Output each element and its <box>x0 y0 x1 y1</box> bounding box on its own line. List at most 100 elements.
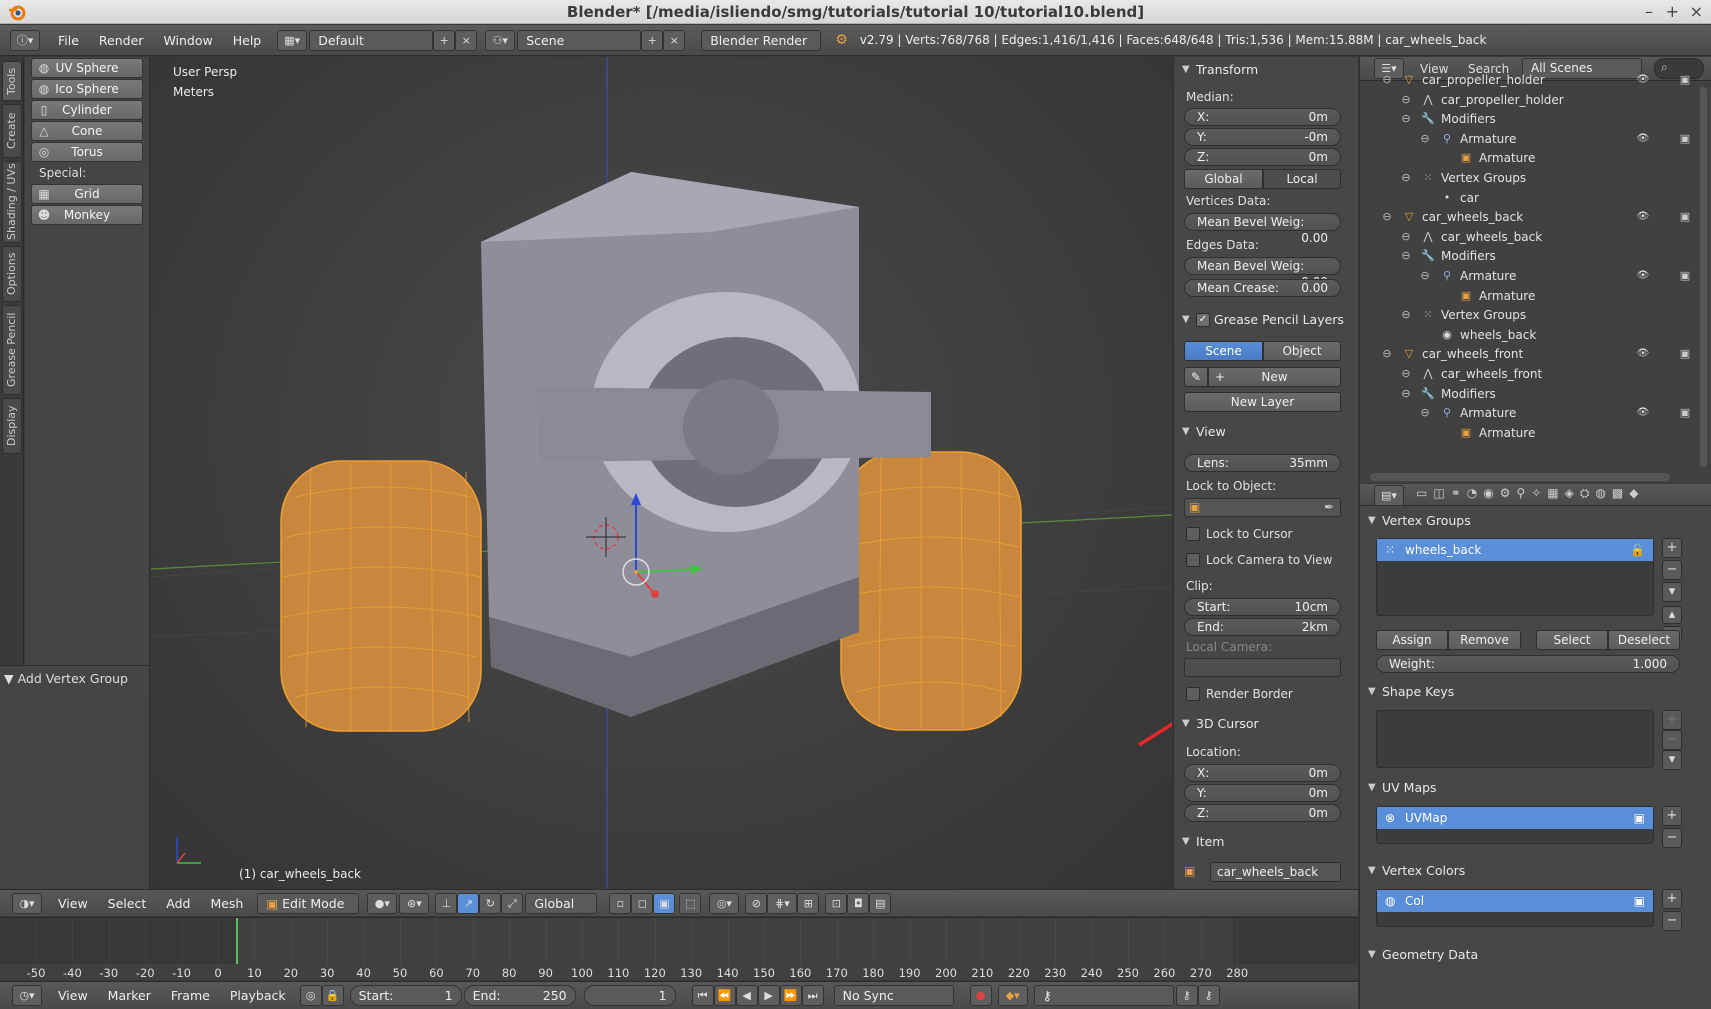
mesh-menu[interactable]: Mesh <box>200 896 253 911</box>
pivot-point-icon[interactable]: ⊛▾ <box>399 892 430 914</box>
timeline-editor-type-icon[interactable]: ◷▾ <box>12 985 42 1006</box>
snap-element-icon[interactable]: ⋕▾ <box>767 892 798 914</box>
expand-toggle-icon[interactable]: ⊖ <box>1380 347 1394 361</box>
menu-window[interactable]: Window <box>153 33 222 48</box>
uv-map-item[interactable]: ⊗ UVMap ▣ <box>1377 807 1653 829</box>
properties-context-tabs[interactable]: ▭◫⚭◔◉⚙⚲✧▦◈⛭◍▩◆ <box>1416 486 1644 501</box>
outliner-row[interactable]: ⊖ ▽ car_wheels_back 👁 ▣ <box>1360 207 1711 228</box>
render-preview-icon[interactable]: ⊡ <box>825 892 848 914</box>
select-button[interactable]: Select <box>1536 630 1608 650</box>
visibility-eye-icon[interactable]: 👁 <box>1636 269 1650 283</box>
properties-editor-type-icon[interactable]: ▤▾ <box>1374 485 1404 506</box>
remove-button[interactable]: Remove <box>1448 630 1521 650</box>
add-cylinder-button[interactable]: ▯ Cylinder <box>31 100 143 120</box>
expand-toggle-icon[interactable]: ⊖ <box>1399 230 1413 244</box>
transform-panel-header[interactable]: Transform <box>1174 59 1358 81</box>
local-camera-field[interactable] <box>1184 658 1341 677</box>
translate-manipulator-icon[interactable]: ↗ <box>457 892 480 914</box>
view-menu[interactable]: View <box>48 896 98 911</box>
deselect-button[interactable]: Deselect <box>1608 630 1680 650</box>
start-frame-field[interactable]: Start: 1 <box>349 985 462 1006</box>
item-name-field[interactable]: car_wheels_back <box>1210 862 1341 882</box>
remove-uv-map-button[interactable]: − <box>1662 828 1682 848</box>
prev-keyframe-icon[interactable]: ⏪ <box>713 985 736 1006</box>
mode-dropdown[interactable]: ▣ Edit Mode <box>257 892 360 914</box>
add-cone-button[interactable]: △ Cone <box>31 121 143 141</box>
add-scene-icon[interactable]: + <box>641 29 664 51</box>
minimize-button[interactable]: – <box>1645 0 1653 24</box>
timeline-menu-marker[interactable]: Marker <box>98 988 161 1003</box>
remove-vertex-color-button[interactable]: − <box>1662 911 1682 931</box>
grease-pencil-scene-toggle[interactable]: Scene <box>1184 341 1263 361</box>
uv-maps-panel-header[interactable]: UV Maps <box>1360 777 1545 799</box>
screen-layout-icon[interactable]: ▦▾ <box>277 29 308 51</box>
snap-toggle-icon[interactable]: ⊘ <box>745 892 768 914</box>
render-border-checkbox[interactable] <box>1186 687 1200 701</box>
cursor-z-field[interactable]: Z: 0m <box>1184 804 1341 822</box>
outliner-row[interactable]: ⊖ ▽ car_wheels_front 👁 ▣ <box>1360 344 1711 365</box>
shape-keys-panel-header[interactable]: Shape Keys <box>1360 681 1545 703</box>
outliner-row[interactable]: ⊖ ⁙ Vertex Groups <box>1360 305 1711 326</box>
vertex-bevel-weight-field[interactable]: Mean Bevel Weig: 0.00 <box>1184 213 1341 245</box>
edge-bevel-weight-field[interactable]: Mean Bevel Weig:0.00 <box>1184 257 1341 289</box>
viewport-shading-icon[interactable]: ●▾ <box>367 892 398 914</box>
record-icon[interactable]: ● <box>969 985 992 1006</box>
add-ico-sphere-button[interactable]: ◍ Ico Sphere <box>31 79 143 99</box>
shape-key-specials-button[interactable]: ▾ <box>1662 750 1682 770</box>
lock-range-icon[interactable]: 🔒 <box>321 985 344 1006</box>
cursor-x-field[interactable]: X: 0m <box>1184 764 1341 782</box>
expand-toggle-icon[interactable] <box>1437 289 1451 303</box>
proportional-edit-icon[interactable]: ◎▾ <box>709 892 740 914</box>
play-reverse-icon[interactable]: ◀ <box>735 985 758 1006</box>
menu-render[interactable]: Render <box>89 33 154 48</box>
grease-pencil-object-toggle[interactable]: Object <box>1263 341 1341 361</box>
new-grease-pencil-button[interactable]: + New <box>1208 367 1341 387</box>
tab-display[interactable]: Display <box>2 398 22 454</box>
expand-toggle-icon[interactable]: ⊖ <box>1418 269 1432 283</box>
scene-icon[interactable]: ⚇▾ <box>485 29 516 51</box>
tab-grease-pencil[interactable]: Grease Pencil <box>2 305 22 395</box>
tab-create[interactable]: Create <box>2 104 22 158</box>
scene-field[interactable]: Scene <box>517 29 642 51</box>
visibility-eye-icon[interactable]: 👁 <box>1636 210 1650 224</box>
jump-end-icon[interactable]: ⏭ <box>801 985 824 1006</box>
outliner-row[interactable]: ⊖ 🔧 Modifiers <box>1360 109 1711 130</box>
face-select-icon[interactable]: ▣ <box>653 892 676 914</box>
expand-toggle-icon[interactable]: ⊖ <box>1399 249 1413 263</box>
render-toggle-icon[interactable]: ▣ <box>1678 73 1692 87</box>
render-toggle-icon[interactable]: ▣ <box>1678 269 1692 283</box>
add-torus-button[interactable]: ◎ Torus <box>31 142 143 162</box>
close-window-button[interactable]: × <box>1690 0 1703 24</box>
tab-options[interactable]: Options <box>2 246 22 302</box>
cursor-y-field[interactable]: Y: 0m <box>1184 784 1341 802</box>
render-toggle-icon[interactable]: ▣ <box>1678 132 1692 146</box>
add-menu[interactable]: Add <box>156 896 200 911</box>
grease-pencil-panel-header[interactable]: ✓ Grease Pencil Layers <box>1174 309 1358 331</box>
render-toggle-icon[interactable]: ▣ <box>1678 210 1692 224</box>
expand-toggle-icon[interactable] <box>1418 328 1432 342</box>
lens-field[interactable]: Lens: 35mm <box>1184 454 1341 472</box>
expand-toggle-icon[interactable]: ⊖ <box>1399 93 1413 107</box>
outliner-row[interactable]: ⊖ ⋀ car_wheels_back <box>1360 227 1711 248</box>
median-z-field[interactable]: Z: 0m <box>1184 148 1341 166</box>
add-vertex-group-button[interactable]: + <box>1662 538 1682 558</box>
outliner-row[interactable]: ⊖ ⁙ Vertex Groups <box>1360 168 1711 189</box>
visibility-eye-icon[interactable]: 👁 <box>1636 73 1650 87</box>
median-x-field[interactable]: X: 0m <box>1184 108 1341 126</box>
clip-end-field[interactable]: End: 2km <box>1184 618 1341 636</box>
new-layer-button[interactable]: New Layer <box>1184 392 1341 412</box>
outliner-row[interactable]: ◉ wheels_back <box>1360 325 1711 346</box>
manipulator-toggle-icon[interactable]: ⊥ <box>435 892 458 914</box>
lock-icon[interactable]: 🔓 <box>1630 539 1645 561</box>
render-engine-dropdown[interactable]: Blender Render <box>701 29 822 51</box>
assign-button[interactable]: Assign <box>1376 630 1448 650</box>
add-layout-icon[interactable]: + <box>433 29 456 51</box>
outliner-v-scrollbar[interactable] <box>1700 87 1707 467</box>
uv-maps-list[interactable]: ⊗ UVMap ▣ <box>1376 806 1654 844</box>
camera-icon[interactable]: ▣ <box>1634 807 1645 829</box>
vertex-colors-panel-header[interactable]: Vertex Colors <box>1360 860 1545 882</box>
expand-toggle-icon[interactable]: ⊖ <box>1418 132 1432 146</box>
outliner-row[interactable]: ⊖ ⚲ Armature 👁 ▣ <box>1360 266 1711 287</box>
lock-object-field[interactable]: ▣ ✒ <box>1184 498 1341 517</box>
timeline-menu-playback[interactable]: Playback <box>220 988 296 1003</box>
